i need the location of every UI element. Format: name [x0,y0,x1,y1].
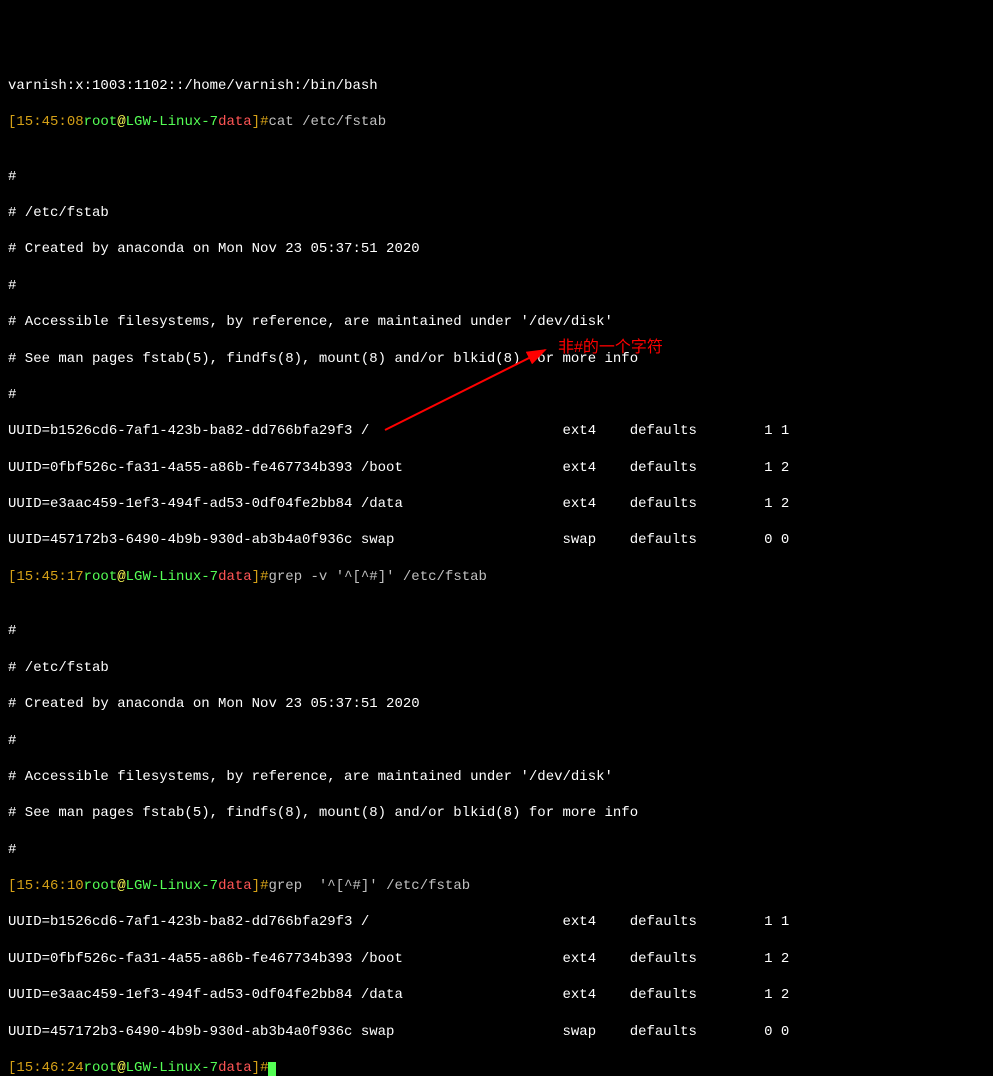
output-line: # [8,277,985,295]
output-line: # [8,622,985,640]
output-line: UUID=0fbf526c-fa31-4a55-a86b-fe467734b39… [8,950,985,968]
prompt-line-4[interactable]: [15:46:24root@LGW-Linux-7data]# [8,1059,985,1076]
output-line: # See man pages fstab(5), findfs(8), mou… [8,804,985,822]
output-line: # Created by anaconda on Mon Nov 23 05:3… [8,695,985,713]
prompt-line-2: [15:45:17root@LGW-Linux-7data]#grep -v '… [8,568,985,586]
output-line: UUID=457172b3-6490-4b9b-930d-ab3b4a0f936… [8,1023,985,1041]
output-line: UUID=e3aac459-1ef3-494f-ad53-0df04fe2bb8… [8,986,985,1004]
prompt-line-1: [15:45:08root@LGW-Linux-7data]#cat /etc/… [8,113,985,131]
output-line: UUID=457172b3-6490-4b9b-930d-ab3b4a0f936… [8,531,985,549]
output-line: UUID=b1526cd6-7af1-423b-ba82-dd766bfa29f… [8,422,985,440]
prompt-line-3: [15:46:10root@LGW-Linux-7data]#grep '^[^… [8,877,985,895]
output-line: UUID=e3aac459-1ef3-494f-ad53-0df04fe2bb8… [8,495,985,513]
output-line: # /etc/fstab [8,204,985,222]
output-line: # [8,841,985,859]
output-line: varnish:x:1003:1102::/home/varnish:/bin/… [8,77,985,95]
output-line: # [8,732,985,750]
output-line: UUID=b1526cd6-7af1-423b-ba82-dd766bfa29f… [8,913,985,931]
output-line: # Accessible filesystems, by reference, … [8,768,985,786]
output-line: # Created by anaconda on Mon Nov 23 05:3… [8,240,985,258]
output-line: # [8,168,985,186]
output-line: # See man pages fstab(5), findfs(8), mou… [8,350,985,368]
output-line: # /etc/fstab [8,659,985,677]
output-line: # [8,386,985,404]
output-line: # Accessible filesystems, by reference, … [8,313,985,331]
output-line: UUID=0fbf526c-fa31-4a55-a86b-fe467734b39… [8,459,985,477]
cursor-icon [268,1062,276,1076]
